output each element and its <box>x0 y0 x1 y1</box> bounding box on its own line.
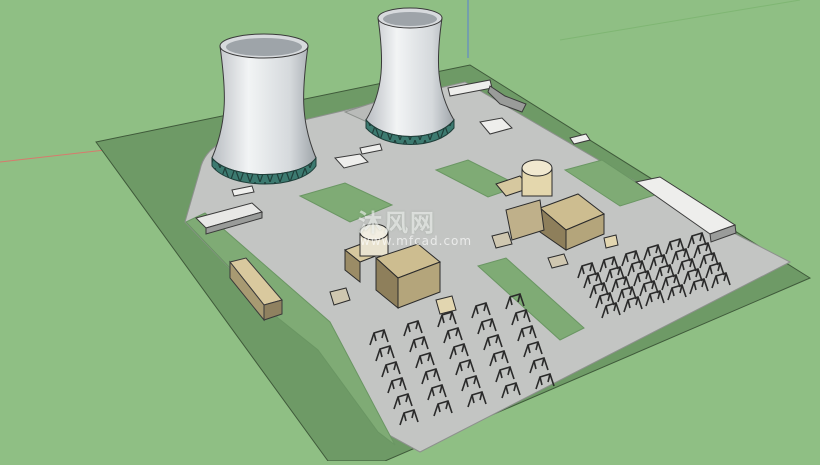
model-viewport[interactable]: 沐风网 www.mfcad.com <box>0 0 820 462</box>
cooling-tower-left <box>211 33 317 185</box>
scene-svg <box>0 0 820 462</box>
